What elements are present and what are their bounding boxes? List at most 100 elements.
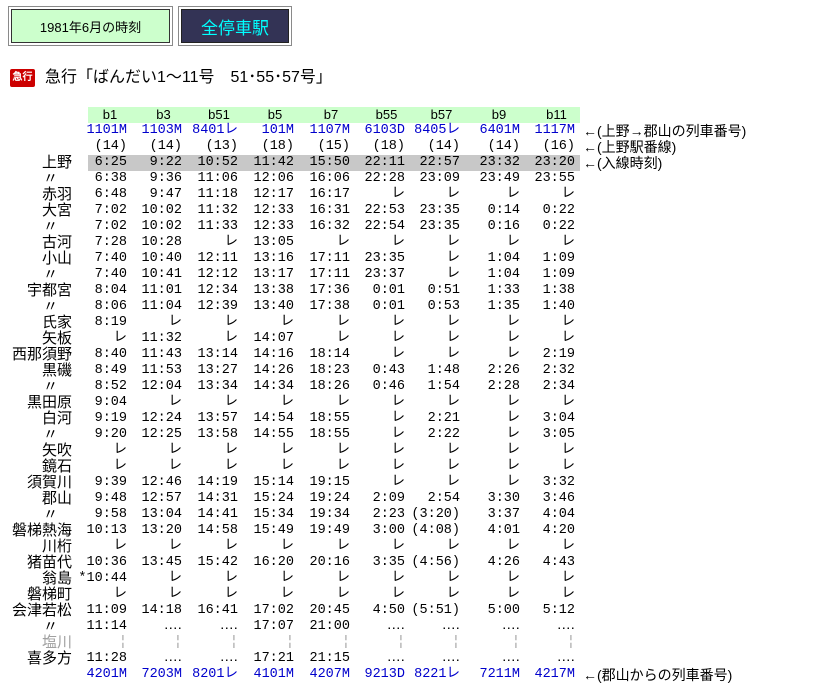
station-row: 黒磯 8:49 11:53 13:27 14:26 18:23 0:43 1:48 2:26 2:… <box>0 363 840 379</box>
time-cell: 4:50 <box>372 603 405 618</box>
station-row: 白河 9:19 12:24 13:57 14:54 18:55 レ 2:21 レ 3:04 <box>0 411 840 427</box>
row-note <box>580 171 583 187</box>
station-name: 〃 <box>42 378 58 395</box>
time-cell: レ <box>336 395 351 410</box>
station-name <box>0 139 88 155</box>
time-cell: 22:53 <box>364 203 405 218</box>
period-label-box: 1981年6月の時刻 <box>8 6 173 46</box>
time-cell: レ <box>224 459 239 474</box>
time-cell: 11:18 <box>197 187 238 202</box>
time-cell: 8:49 <box>94 363 127 378</box>
time-cell: 2:22 <box>427 427 460 442</box>
time-cell: ‥‥ <box>163 619 182 634</box>
time-cell: 22:11 <box>355 155 410 171</box>
row-note <box>580 347 583 363</box>
time-cell: レ <box>561 331 576 346</box>
platform-cell: (13) <box>205 139 238 154</box>
time-cell: レ <box>391 235 406 250</box>
time-cell: 0:14 <box>487 203 520 218</box>
station-row: 矢板 レ 11:32 レ 14:07 レ レ レ レ レ <box>0 331 840 347</box>
time-cell: 3:37 <box>487 507 520 522</box>
time-cell: 1:09 <box>542 251 575 266</box>
time-cell: レ <box>391 443 406 458</box>
time-cell: 0:22 <box>542 203 575 218</box>
time-cell: レ <box>506 347 521 362</box>
station-row: 〃 6:38 9:36 11:06 12:06 16:06 22:28 23:09 23:49 2… <box>0 171 840 187</box>
time-cell: レ <box>391 315 406 330</box>
time-cell: 13:27 <box>197 363 238 378</box>
time-cell: レ <box>168 459 183 474</box>
time-cell: レ <box>113 331 128 346</box>
time-cell: 21:00 <box>309 619 350 634</box>
row-note <box>580 283 583 299</box>
time-cell: レ <box>336 571 351 586</box>
row-note <box>580 219 583 235</box>
time-cell: (4:08) <box>411 523 460 538</box>
time-cell: レ <box>506 475 521 490</box>
time-cell: レ <box>113 539 128 554</box>
row-note <box>580 603 583 619</box>
time-cell: 17:38 <box>309 299 350 314</box>
time-cell: レ <box>336 587 351 602</box>
time-cell: 17:07 <box>253 619 294 634</box>
train-column-header: b7 <box>299 107 355 123</box>
time-cell: 14:41 <box>197 507 238 522</box>
time-cell: ¦ <box>173 635 182 650</box>
time-cell: レ <box>506 427 521 442</box>
time-cell: レ <box>336 459 351 474</box>
time-cell: レ <box>224 587 239 602</box>
station-row: 川桁 レ レ レ レ レ レ レ レ レ <box>0 539 840 555</box>
station-name: 須賀川 <box>26 474 72 491</box>
station-name: 翁島 <box>41 570 72 587</box>
time-cell: 6:48 <box>94 187 127 202</box>
row-note <box>580 587 583 603</box>
train-column-header: b51 <box>187 107 243 123</box>
time-cell: ¦ <box>285 635 294 650</box>
time-cell: ‥‥ <box>556 651 575 666</box>
time-cell: 18:14 <box>309 347 350 362</box>
time-cell: レ <box>336 539 351 554</box>
station-name: 宇都宮 <box>26 282 72 299</box>
station-name: 〃 <box>42 298 58 315</box>
row-note <box>580 411 583 427</box>
time-cell: 19:34 <box>309 507 350 522</box>
time-cell: 11:32 <box>141 331 182 346</box>
time-cell: レ <box>168 571 183 586</box>
station-row: 猪苗代 10:36 13:45 15:42 16:20 20:16 3:35 (4:56) 4:… <box>0 555 840 571</box>
station-row: 磐梯熱海 10:13 13:20 14:58 15:49 19:49 3:00 (4:08) 4… <box>0 523 840 539</box>
row-note <box>580 459 583 475</box>
time-cell: 1:04 <box>487 267 520 282</box>
time-cell: 1:33 <box>487 283 520 298</box>
all-stops-button[interactable]: 全停車駅 <box>178 6 292 46</box>
station-name: 大宮 <box>41 202 72 219</box>
station-row: 〃 7:02 10:02 11:33 12:33 16:32 22:54 23:35 0:16 0… <box>0 219 840 235</box>
time-cell: レ <box>168 443 183 458</box>
station-row: 会津若松 11:09 14:18 16:41 17:02 20:45 4:50 (5:51) 5… <box>0 603 840 619</box>
time-cell: 2:54 <box>427 491 460 506</box>
station-name <box>0 107 88 123</box>
time-cell: 6:25 <box>88 155 132 171</box>
time-cell: 13:34 <box>197 379 238 394</box>
time-cell: 13:14 <box>197 347 238 362</box>
time-cell: 13:17 <box>253 267 294 282</box>
time-cell: 8:19 <box>94 315 127 330</box>
time-cell: 10:41 <box>141 267 182 282</box>
train-number-cell: 1107M <box>309 123 350 138</box>
row-note <box>580 331 583 347</box>
station-row: 矢吹 レ レ レ レ レ レ レ レ レ <box>0 443 840 459</box>
platform-row: (14) (14) (13) (18) (15) (18) (14) (14) (16) ←(上野… <box>0 139 840 155</box>
time-cell: 15:24 <box>253 491 294 506</box>
time-cell: レ <box>506 331 521 346</box>
time-cell: レ <box>224 315 239 330</box>
station-name: 〃 <box>42 170 58 187</box>
station-name: 白河 <box>41 410 72 427</box>
time-cell: 3:46 <box>542 491 575 506</box>
time-cell: レ <box>506 187 521 202</box>
time-cell: 2:32 <box>542 363 575 378</box>
time-cell: 2:28 <box>487 379 520 394</box>
all-stops-label[interactable]: 全停車駅 <box>181 9 289 43</box>
time-cell: レ <box>446 235 461 250</box>
column-header-row: b1 b3 b51 b5 b7 b55 b57 b9 b11 <box>0 107 840 123</box>
time-cell: 15:50 <box>299 155 355 171</box>
station-name: 磐梯熱海 <box>11 522 72 539</box>
